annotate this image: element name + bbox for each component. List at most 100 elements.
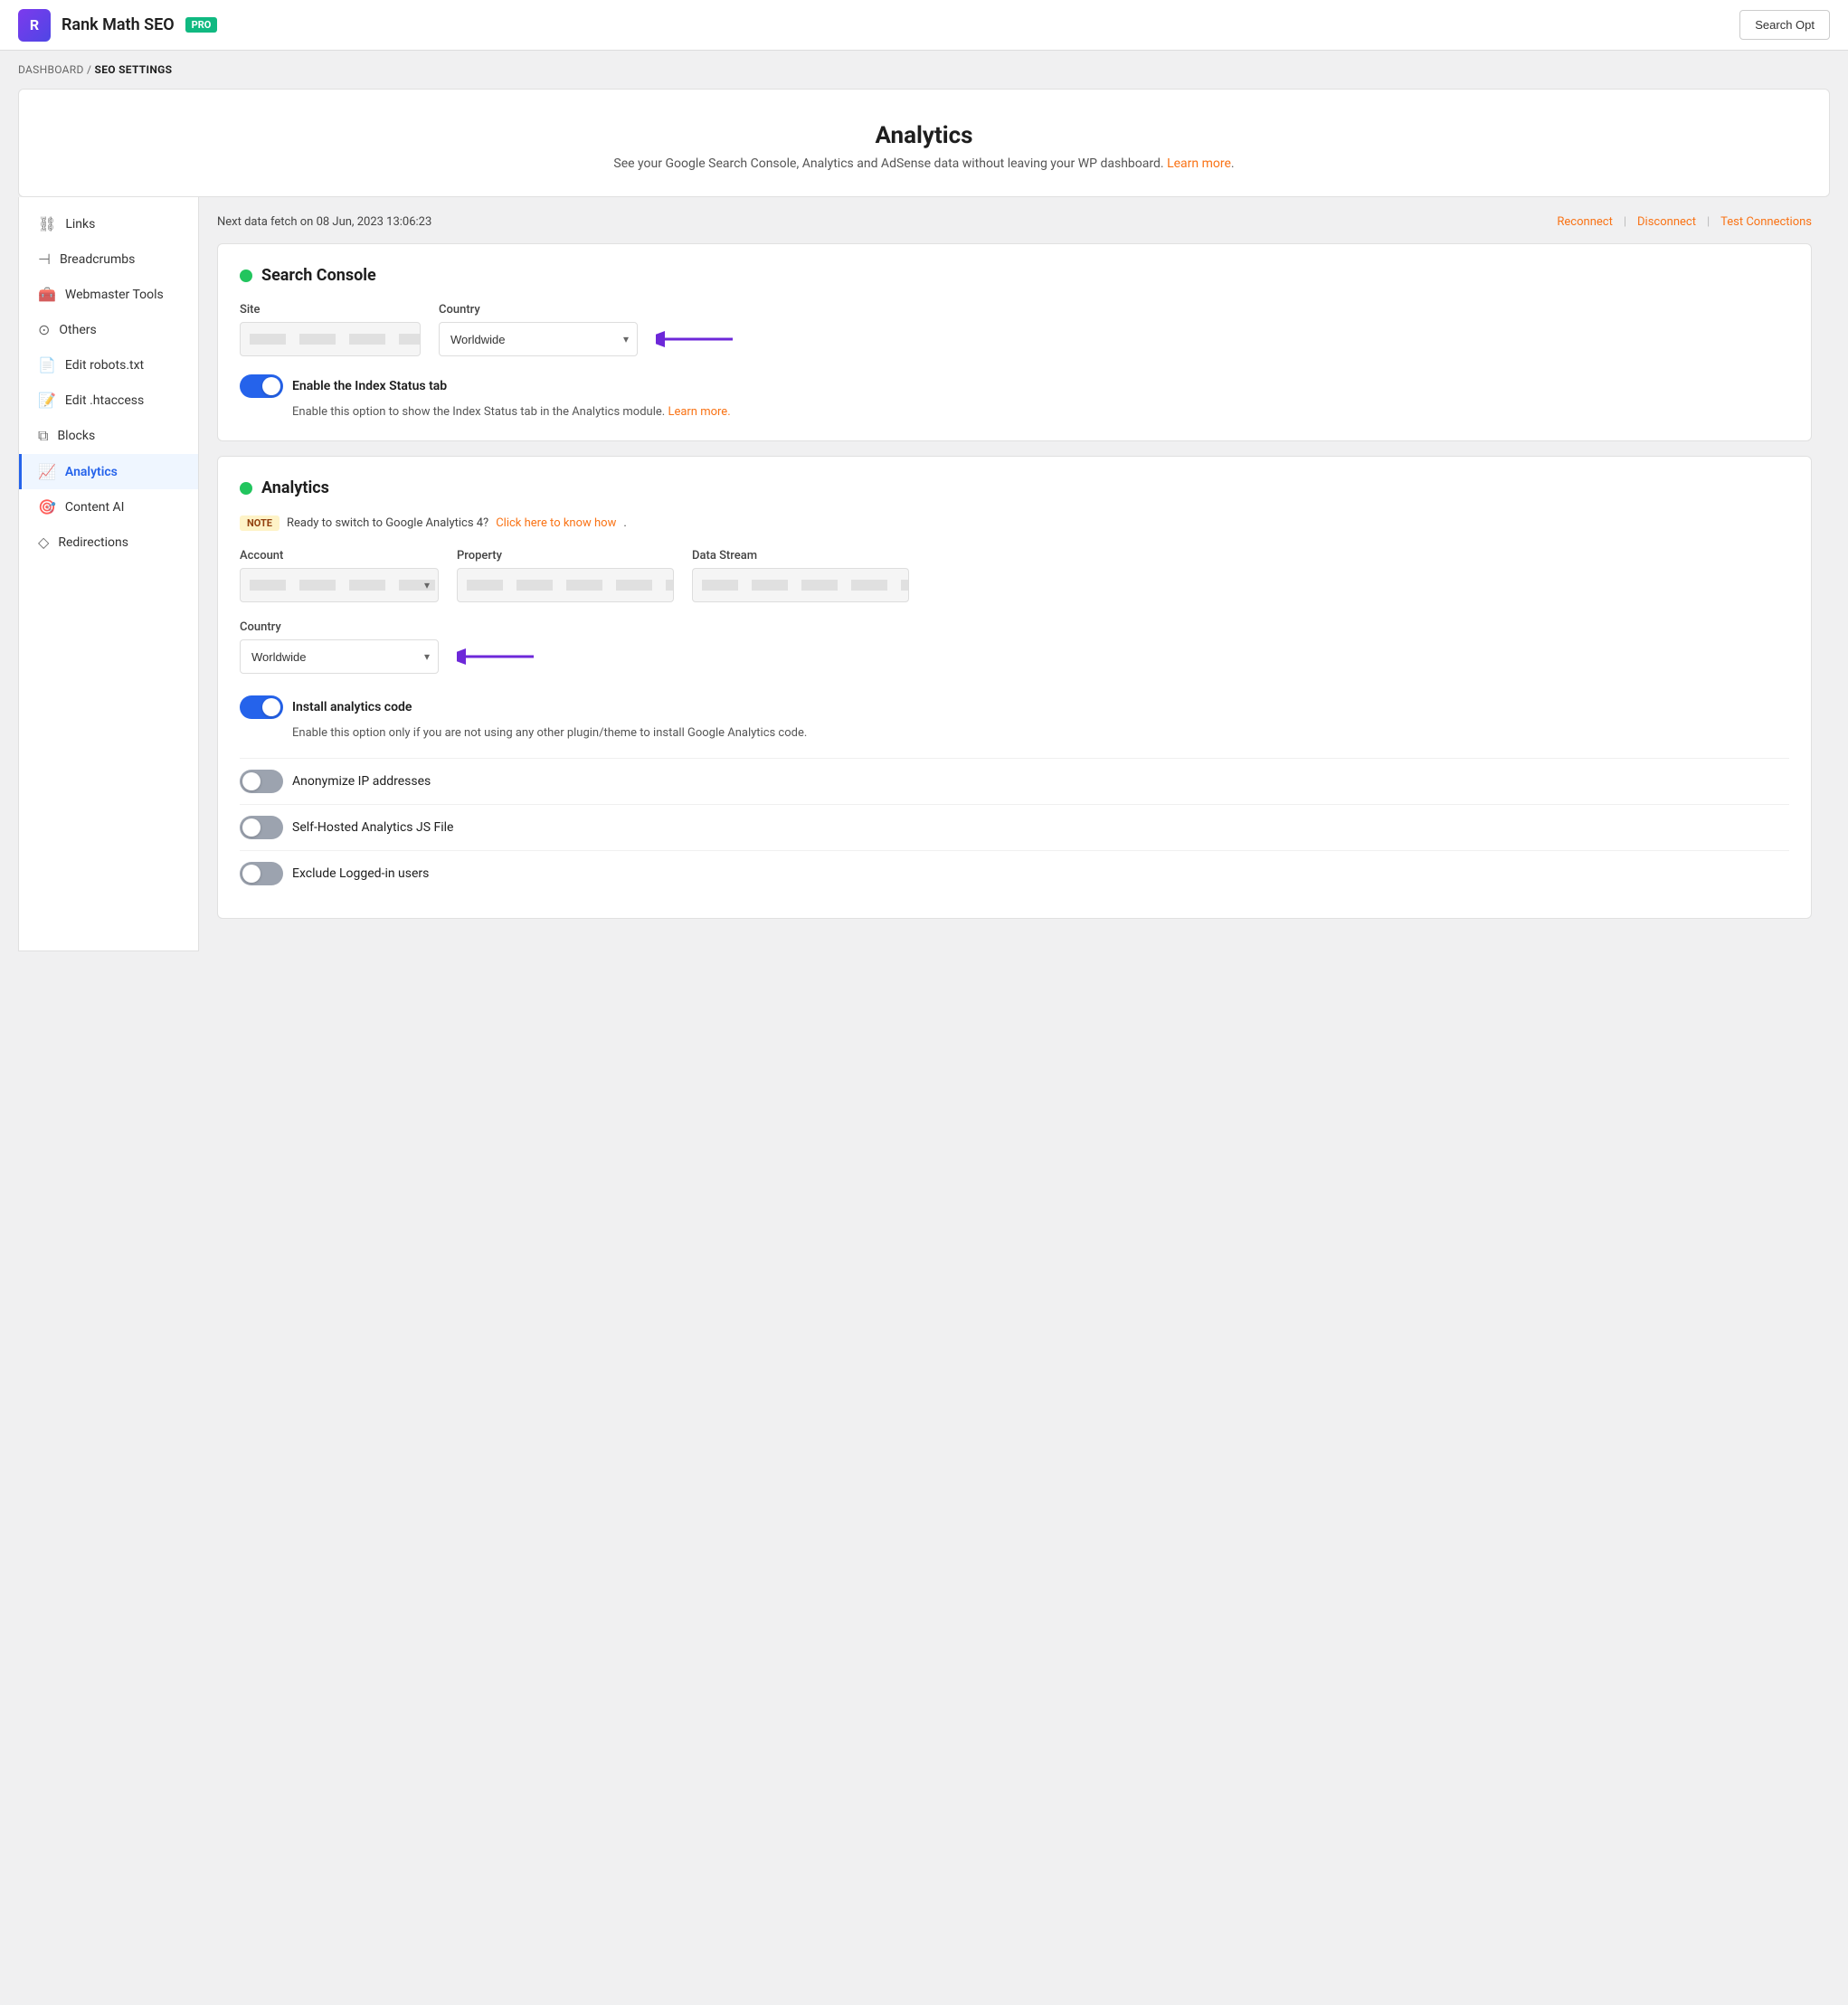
- analytics-icon: 📈: [38, 463, 56, 480]
- disconnect-link[interactable]: Disconnect: [1637, 215, 1696, 229]
- toggle-knob-exclude: [242, 865, 261, 883]
- sidebar-item-label: Content AI: [65, 500, 125, 515]
- sidebar-item-label: Webmaster Tools: [65, 288, 164, 302]
- sidebar-item-label: Links: [65, 217, 95, 232]
- sidebar-item-edit-htaccess[interactable]: 📝 Edit .htaccess: [19, 383, 198, 418]
- sidebar-item-edit-robots[interactable]: 📄 Edit robots.txt: [19, 347, 198, 383]
- note-text: Ready to switch to Google Analytics 4?: [287, 516, 488, 530]
- toggle-knob-anonymize: [242, 772, 261, 790]
- country-select-wrap-sc: Worldwide ▾: [439, 322, 638, 356]
- edit-robots-icon: 📄: [38, 356, 56, 374]
- search-console-title-text: Search Console: [261, 266, 376, 285]
- redirections-icon: ◇: [38, 534, 49, 551]
- analytics-fields-row: Account ▾ Property Data Stream: [240, 549, 1789, 602]
- main-layout: ⛓ Links ⊣ Breadcrumbs 🧰 Webmaster Tools …: [18, 197, 1830, 951]
- install-analytics-toggle[interactable]: [240, 695, 283, 719]
- account-label: Account: [240, 549, 439, 563]
- sidebar-item-webmaster-tools[interactable]: 🧰 Webmaster Tools: [19, 277, 198, 312]
- country-label-sc: Country: [439, 303, 737, 317]
- arrow-annotation-analytics: [457, 644, 538, 669]
- index-status-toggle-label: Enable the Index Status tab: [292, 379, 447, 393]
- sidebar-item-links[interactable]: ⛓ Links: [19, 206, 198, 241]
- fetch-text: Next data fetch on 08 Jun, 2023 13:06:23: [217, 215, 431, 229]
- property-group: Property: [457, 549, 674, 602]
- search-console-status-dot: [240, 270, 252, 282]
- anonymize-ip-row: Anonymize IP addresses: [240, 758, 1789, 804]
- hero-description: See your Google Search Console, Analytic…: [37, 156, 1811, 171]
- note-row: Note Ready to switch to Google Analytics…: [240, 515, 1789, 531]
- note-link[interactable]: Click here to know how: [496, 516, 616, 530]
- country-group-sc: Country Worldwide ▾: [439, 303, 737, 356]
- toggle-knob: [262, 377, 280, 395]
- account-group: Account ▾: [240, 549, 439, 602]
- breadcrumbs-icon: ⊣: [38, 251, 51, 268]
- breadcrumb-parent[interactable]: DASHBOARD: [18, 63, 84, 76]
- index-status-toggle[interactable]: [240, 374, 283, 398]
- sidebar-item-content-ai[interactable]: 🎯 Content AI: [19, 489, 198, 525]
- property-field[interactable]: [457, 568, 674, 602]
- install-analytics-label: Install analytics code: [292, 700, 412, 714]
- country-select-sc[interactable]: Worldwide: [439, 322, 638, 356]
- account-select[interactable]: [240, 568, 439, 602]
- search-console-title: Search Console: [240, 266, 1789, 285]
- fetch-actions: Reconnect | Disconnect | Test Connection…: [1557, 215, 1812, 229]
- links-icon: ⛓: [38, 215, 56, 232]
- test-connections-link[interactable]: Test Connections: [1720, 215, 1812, 229]
- self-hosted-label: Self-Hosted Analytics JS File: [292, 820, 453, 835]
- data-stream-label: Data Stream: [692, 549, 909, 563]
- country-group-analytics: Country Worldwide ▾: [240, 620, 1789, 674]
- site-label: Site: [240, 303, 421, 317]
- header-left: R Rank Math SEO PRO: [18, 9, 217, 42]
- property-label: Property: [457, 549, 674, 563]
- edit-htaccess-icon: 📝: [38, 392, 56, 409]
- others-icon: ⊙: [38, 321, 50, 338]
- analytics-status-dot: [240, 482, 252, 495]
- sidebar-item-label: Breadcrumbs: [60, 252, 135, 267]
- site-input[interactable]: [240, 322, 421, 356]
- install-analytics-toggle-row: Install analytics code: [240, 695, 1789, 719]
- sidebar-item-analytics[interactable]: 📈 Analytics: [19, 454, 198, 489]
- logo-letter: R: [30, 16, 39, 33]
- purple-arrow-icon: [656, 326, 737, 352]
- exclude-loggedin-toggle[interactable]: [240, 862, 283, 885]
- analytics-section-title-text: Analytics: [261, 478, 329, 497]
- app-header: R Rank Math SEO PRO Search Opt: [0, 0, 1848, 51]
- sidebar-item-label: Blocks: [57, 429, 95, 443]
- anonymize-ip-toggle[interactable]: [240, 770, 283, 793]
- sidebar-item-label: Edit .htaccess: [65, 393, 144, 408]
- sidebar-item-label: Redirections: [58, 535, 128, 550]
- hero-title: Analytics: [37, 122, 1811, 149]
- exclude-loggedin-label: Exclude Logged-in users: [292, 866, 429, 881]
- country-select-analytics[interactable]: Worldwide: [240, 639, 439, 674]
- fetch-bar: Next data fetch on 08 Jun, 2023 13:06:23…: [217, 215, 1812, 229]
- anonymize-ip-label: Anonymize IP addresses: [292, 774, 431, 789]
- sidebar-item-label: Edit robots.txt: [65, 358, 144, 373]
- pro-badge: PRO: [185, 17, 218, 33]
- toggle-knob-install: [262, 698, 280, 716]
- sidebar-item-others[interactable]: ⊙ Others: [19, 312, 198, 347]
- data-stream-field[interactable]: [692, 568, 909, 602]
- hero-learn-more-link[interactable]: Learn more: [1167, 156, 1231, 171]
- fetch-sep-2: |: [1707, 215, 1710, 229]
- index-status-toggle-desc: Enable this option to show the Index Sta…: [240, 405, 1789, 419]
- install-analytics-desc: Enable this option only if you are not u…: [240, 726, 1789, 740]
- sidebar-item-blocks[interactable]: ⧉ Blocks: [19, 418, 198, 454]
- app-logo-icon: R: [18, 9, 51, 42]
- site-group: Site: [240, 303, 421, 356]
- self-hosted-toggle[interactable]: [240, 816, 283, 839]
- breadcrumb-current: SEO SETTINGS: [95, 63, 173, 76]
- sidebar-item-label: Others: [59, 323, 96, 337]
- self-hosted-row: Self-Hosted Analytics JS File: [240, 804, 1789, 850]
- breadcrumb: DASHBOARD / SEO SETTINGS: [0, 51, 1848, 89]
- country-select-wrap-analytics: Worldwide ▾: [240, 639, 439, 674]
- fetch-sep-1: |: [1624, 215, 1626, 229]
- sidebar-item-redirections[interactable]: ◇ Redirections: [19, 525, 198, 560]
- index-status-learn-more-link[interactable]: Learn more.: [668, 405, 730, 419]
- analytics-section-title: Analytics: [240, 478, 1789, 497]
- sidebar-item-breadcrumbs[interactable]: ⊣ Breadcrumbs: [19, 241, 198, 277]
- reconnect-link[interactable]: Reconnect: [1557, 215, 1612, 229]
- sidebar: ⛓ Links ⊣ Breadcrumbs 🧰 Webmaster Tools …: [18, 197, 199, 951]
- app-title: Rank Math SEO: [62, 15, 175, 34]
- arrow-annotation-sc: [656, 326, 737, 352]
- search-opt-button[interactable]: Search Opt: [1739, 10, 1830, 40]
